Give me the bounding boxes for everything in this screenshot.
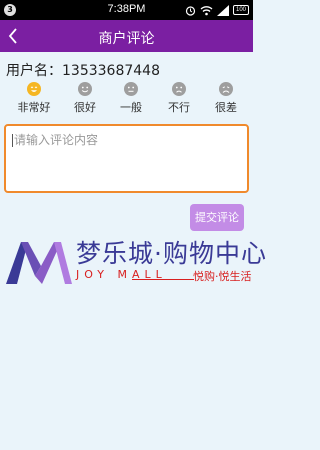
status-icons: 100 bbox=[185, 3, 249, 17]
very-happy-face-icon bbox=[27, 82, 41, 96]
rating-good[interactable]: 很好 bbox=[60, 82, 110, 115]
sad-face-icon bbox=[172, 82, 186, 96]
logo-slogan: 悦购·悦生活 bbox=[193, 270, 252, 283]
text-cursor bbox=[12, 134, 13, 147]
username-value: 13533687448 bbox=[62, 63, 160, 79]
rating-very-poor[interactable]: 很差 bbox=[201, 82, 251, 115]
happy-face-icon bbox=[78, 82, 92, 96]
rating-label: 很好 bbox=[74, 101, 96, 114]
rating-label: 很差 bbox=[215, 101, 237, 114]
joy-mall-logo: 梦乐城·购物中心 JOY MALL 悦购·悦生活 bbox=[4, 232, 266, 288]
rating-label: 不行 bbox=[168, 101, 190, 114]
battery-icon: 100 bbox=[233, 5, 249, 15]
rating-label: 非常好 bbox=[17, 101, 51, 114]
rating-poor[interactable]: 不行 bbox=[154, 82, 204, 115]
very-sad-face-icon bbox=[219, 82, 233, 96]
rating-average[interactable]: 一般 bbox=[106, 82, 156, 115]
page-title: 商户评论 bbox=[98, 31, 155, 47]
username-row: 用户名：13533687448 bbox=[6, 60, 160, 80]
logo-chinese-name: 梦乐城·购物中心 bbox=[76, 239, 267, 268]
comment-placeholder: 请输入评论内容 bbox=[14, 133, 99, 147]
signal-icon bbox=[217, 1, 229, 20]
alarm-icon bbox=[185, 1, 196, 20]
neutral-face-icon bbox=[124, 82, 138, 96]
status-bar: 3 7:38PM 100 bbox=[0, 0, 253, 20]
rating-label: 一般 bbox=[120, 101, 142, 114]
logo-underline bbox=[132, 279, 194, 280]
comment-input[interactable]: 请输入评论内容 bbox=[4, 124, 249, 193]
wifi-icon bbox=[200, 1, 213, 20]
username-label: 用户名： bbox=[6, 63, 62, 79]
submit-comment-button[interactable]: 提交评论 bbox=[190, 204, 244, 231]
joy-mall-m-emblem-icon bbox=[6, 242, 72, 284]
rating-very-good[interactable]: 非常好 bbox=[9, 82, 59, 115]
rating-options: 非常好 很好 一般 不行 很差 bbox=[0, 82, 253, 118]
title-bar: 商户评论 bbox=[0, 20, 253, 52]
